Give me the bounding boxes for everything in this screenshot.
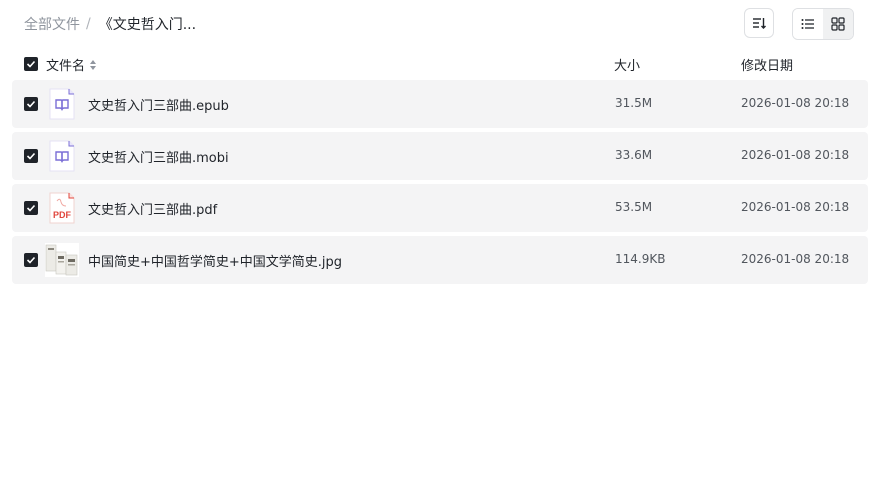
file-size: 31.5M [615, 96, 653, 110]
column-header-name[interactable]: 文件名 [46, 55, 97, 74]
breadcrumb: 全部文件 / 《文史哲入门... [24, 14, 196, 34]
row-checkbox[interactable] [24, 201, 38, 215]
file-name[interactable]: 中国简史+中国哲学简史+中国文学简史.jpg [88, 251, 342, 270]
breadcrumb-separator: / [86, 16, 91, 32]
file-modified-date: 2026-01-08 20:18 [741, 252, 850, 266]
file-modified-date: 2026-01-08 20:18 [741, 200, 850, 214]
column-header-name-label: 文件名 [46, 59, 86, 74]
file-size: 53.5M [615, 200, 653, 214]
table-header: 文件名 大小 修改日期 [12, 52, 868, 76]
grid-view-icon [831, 17, 845, 31]
sort-caret-icon[interactable] [89, 59, 97, 71]
check-icon [26, 60, 36, 68]
check-icon [26, 152, 36, 160]
column-header-size[interactable]: 大小 [614, 55, 640, 74]
breadcrumb-current-folder: 《文史哲入门... [98, 17, 197, 33]
check-icon [26, 100, 36, 108]
file-modified-date: 2026-01-08 20:18 [741, 96, 850, 110]
file-row[interactable]: 文史哲入门三部曲.epub 31.5M 2026-01-08 20:18 [12, 80, 868, 128]
file-size: 114.9KB [615, 252, 666, 266]
breadcrumb-root-link[interactable]: 全部文件 [24, 14, 80, 34]
check-icon [26, 204, 36, 212]
file-name[interactable]: 文史哲入门三部曲.epub [88, 95, 229, 114]
row-checkbox[interactable] [24, 97, 38, 111]
file-name[interactable]: 文史哲入门三部曲.pdf [88, 199, 217, 218]
ebook-file-icon [49, 140, 75, 172]
row-checkbox[interactable] [24, 149, 38, 163]
view-toggle [792, 8, 854, 40]
sort-button[interactable] [744, 8, 774, 38]
pdf-file-icon: PDF [49, 192, 75, 224]
ebook-file-icon [49, 88, 75, 120]
file-size: 33.6M [615, 148, 653, 162]
list-view-button[interactable] [793, 9, 823, 39]
row-checkbox[interactable] [24, 253, 38, 267]
check-icon [26, 256, 36, 264]
file-row[interactable]: 中国简史+中国哲学简史+中国文学简史.jpg 114.9KB 2026-01-0… [12, 236, 868, 284]
sort-icon [753, 18, 766, 29]
grid-view-button[interactable] [823, 9, 853, 39]
file-modified-date: 2026-01-08 20:18 [741, 148, 850, 162]
file-name[interactable]: 文史哲入门三部曲.mobi [88, 147, 229, 166]
list-view-icon [801, 19, 814, 29]
file-row[interactable]: 文史哲入门三部曲.mobi 33.6M 2026-01-08 20:18 [12, 132, 868, 180]
file-row[interactable]: PDF 文史哲入门三部曲.pdf 53.5M 2026-01-08 20:18 [12, 184, 868, 232]
image-thumbnail [45, 243, 79, 277]
select-all-checkbox[interactable] [24, 57, 38, 71]
column-header-date[interactable]: 修改日期 [741, 55, 793, 74]
pdf-icon-label: PDF [53, 210, 72, 220]
file-browser: 全部文件 / 《文史哲入门... 文件名 大小 修改日期 文史哲入门三部曲.ep… [0, 0, 878, 495]
